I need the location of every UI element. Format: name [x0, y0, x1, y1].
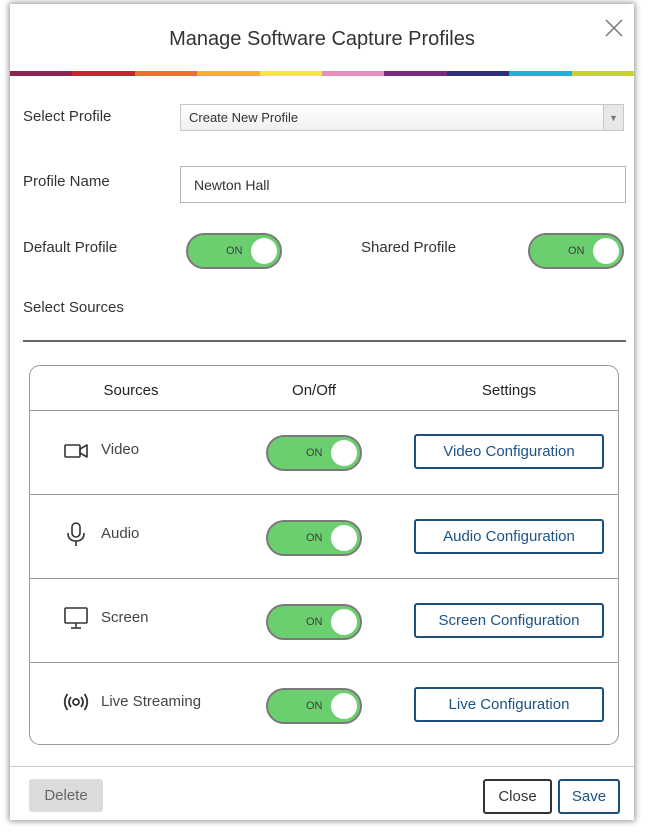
dialog-title: Manage Software Capture Profiles [169, 28, 475, 50]
save-button[interactable]: Save [558, 779, 620, 814]
screen-configuration-button[interactable]: Screen Configuration [414, 603, 604, 638]
toggle-state-text: ON [306, 532, 323, 544]
toggle-knob [251, 238, 277, 264]
manage-profiles-dialog: Manage Software Capture Profiles Select … [10, 4, 635, 820]
header-settings: Settings [481, 382, 537, 399]
shared-profile-toggle[interactable]: ON [528, 233, 624, 269]
source-label: Screen [101, 609, 149, 626]
header-on-off: On/Off [292, 382, 336, 399]
select-sources-label: Select Sources [23, 299, 124, 316]
sources-table: Sources On/Off Settings Video ON Video C… [29, 365, 619, 745]
header-sources: Sources [103, 382, 159, 399]
live-streaming-toggle[interactable]: ON [266, 688, 362, 724]
source-row-live-streaming: Live Streaming ON Live Configuration [30, 662, 618, 744]
video-configuration-button[interactable]: Video Configuration [414, 434, 604, 469]
toggle-knob [331, 693, 357, 719]
profile-name-label: Profile Name [23, 173, 110, 190]
video-camera-icon [64, 444, 88, 458]
source-row-screen: Screen ON Screen Configuration [30, 578, 618, 663]
toggle-state-text: ON [306, 447, 323, 459]
default-profile-toggle[interactable]: ON [186, 233, 282, 269]
select-profile-value: Create New Profile [189, 110, 299, 125]
dropdown-arrow-icon[interactable]: ▼ [603, 105, 623, 130]
toggle-state-text: ON [568, 245, 585, 257]
section-divider [23, 340, 626, 342]
footer-divider [10, 766, 634, 767]
toggle-knob [331, 440, 357, 466]
broadcast-icon [63, 693, 89, 711]
profile-name-input[interactable] [180, 166, 626, 203]
microphone-icon [67, 522, 85, 546]
audio-configuration-button[interactable]: Audio Configuration [414, 519, 604, 554]
close-icon[interactable] [603, 17, 625, 39]
live-configuration-button[interactable]: Live Configuration [414, 687, 604, 722]
source-row-audio: Audio ON Audio Configuration [30, 494, 618, 579]
close-button[interactable]: Close [483, 779, 552, 814]
toggle-knob [331, 525, 357, 551]
toggle-state-text: ON [306, 700, 323, 712]
default-profile-label: Default Profile [23, 239, 118, 256]
toggle-state-text: ON [226, 245, 243, 257]
shared-profile-label: Shared Profile [361, 239, 457, 256]
brand-color-bar [10, 71, 635, 76]
delete-button[interactable]: Delete [29, 779, 103, 812]
source-label: Video [101, 441, 140, 458]
video-toggle[interactable]: ON [266, 435, 362, 471]
toggle-knob [331, 609, 357, 635]
audio-toggle[interactable]: ON [266, 520, 362, 556]
toggle-knob [593, 238, 619, 264]
screen-toggle[interactable]: ON [266, 604, 362, 640]
source-label: Audio [101, 525, 140, 542]
source-label: Live Streaming [101, 693, 202, 710]
monitor-icon [64, 607, 88, 629]
select-profile-dropdown[interactable]: Create New Profile ▼ [180, 104, 624, 131]
source-row-video: Video ON Video Configuration [30, 410, 618, 495]
select-profile-label: Select Profile [23, 108, 112, 125]
toggle-state-text: ON [306, 616, 323, 628]
